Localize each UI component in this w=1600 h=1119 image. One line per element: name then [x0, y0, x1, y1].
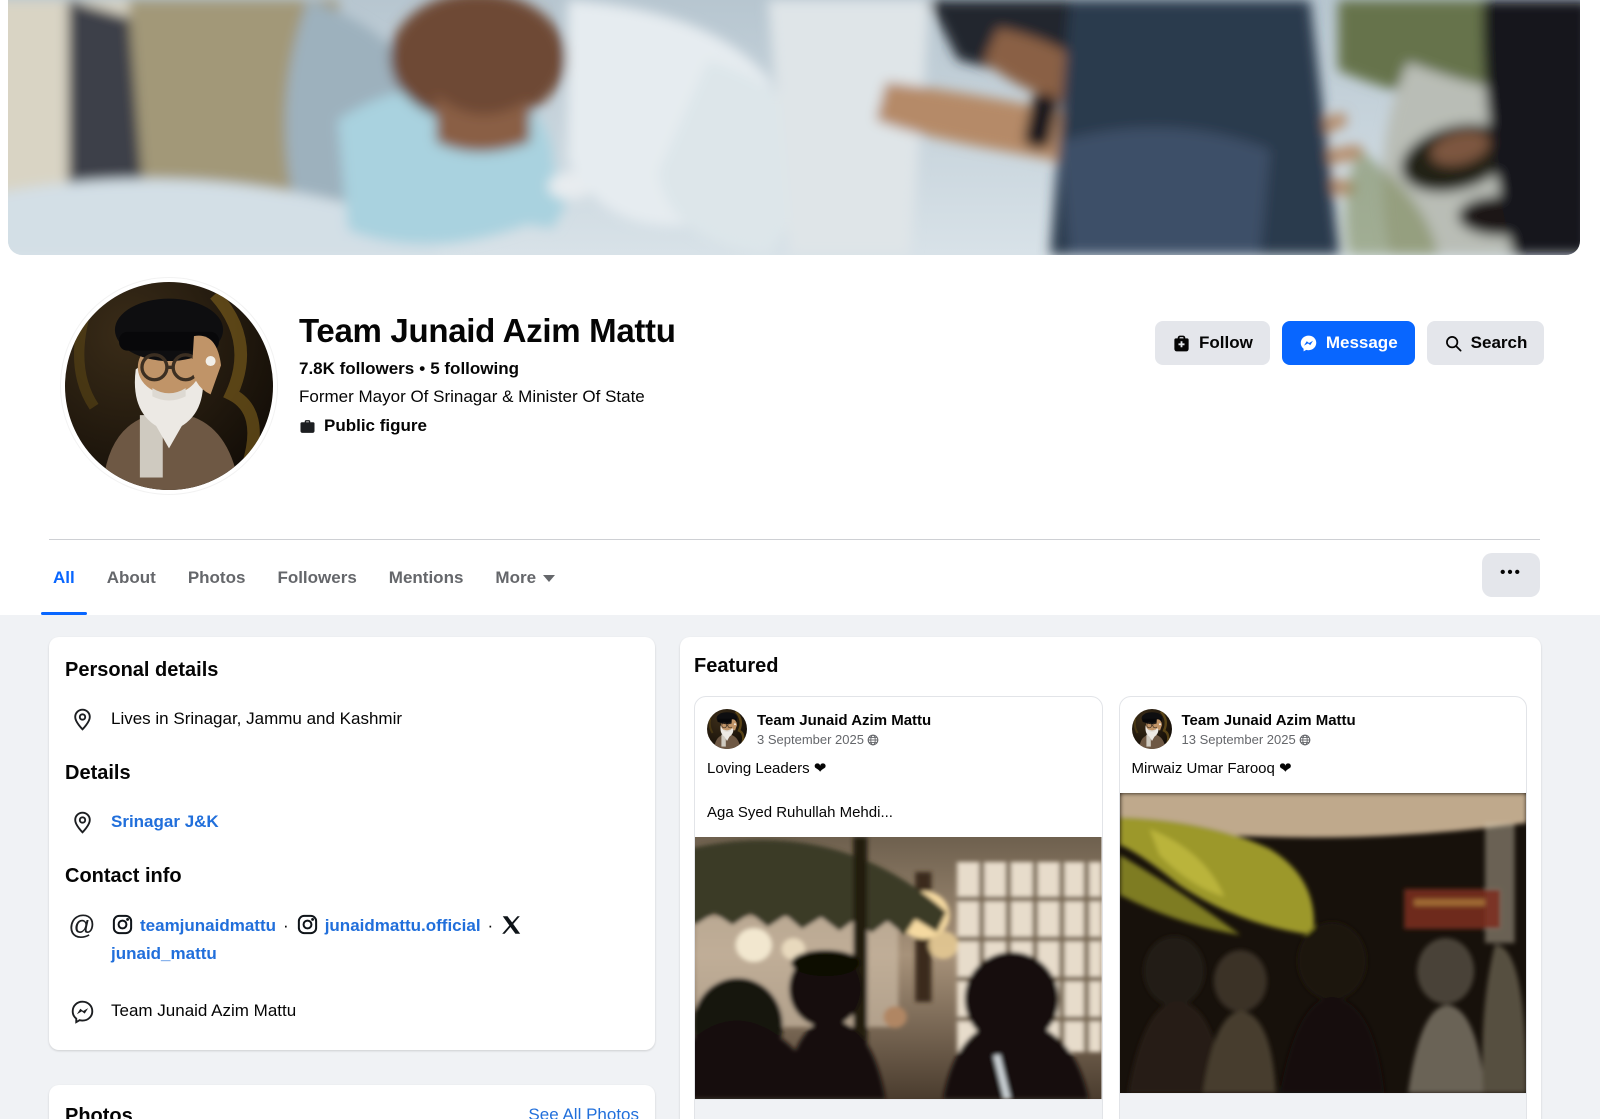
lives-in-text: Lives in Srinagar, Jammu and Kashmir: [111, 709, 402, 729]
category-label: Public figure: [324, 416, 427, 436]
photos-title: Photos: [65, 1105, 133, 1119]
details-title: Details: [65, 762, 639, 785]
more-options-button[interactable]: •••: [1482, 553, 1540, 597]
follower-stats: 7.8K followers • 5 following: [299, 359, 676, 379]
messenger-icon: [1299, 334, 1318, 353]
page-bio: Former Mayor Of Srinagar & Minister Of S…: [299, 387, 676, 407]
profile-tab-bar: All About Photos Followers Mentions More: [37, 540, 571, 615]
stats-separator: •: [419, 359, 425, 378]
post-date[interactable]: 3 September 2025: [757, 732, 931, 747]
location-pin-icon: [69, 706, 95, 732]
follow-button[interactable]: Follow: [1155, 321, 1270, 365]
post-preview-text: Aga Syed Ruhullah Mehdi...: [695, 801, 1102, 823]
tab-more[interactable]: More: [479, 540, 571, 615]
photos-card: Photos See All Photos: [49, 1085, 655, 1119]
intro-card: Personal details Lives in Srinagar, Jamm…: [49, 637, 655, 1050]
instagram-icon: [111, 913, 134, 936]
location-pin-icon: [69, 809, 95, 835]
profile-title-block: Team Junaid Azim Mattu 7.8K followers • 5 …: [299, 310, 676, 436]
messenger-handle[interactable]: Team Junaid Azim Mattu: [111, 1001, 296, 1021]
tab-about[interactable]: About: [91, 540, 172, 615]
message-button[interactable]: Message: [1282, 321, 1415, 365]
messenger-row: Team Junaid Azim Mattu: [69, 998, 635, 1024]
post-header: Team Junaid Azim Mattu 3 September 2025: [695, 697, 1102, 757]
post-footer: [1120, 1093, 1527, 1119]
chevron-down-icon: [543, 575, 555, 582]
see-all-photos-link[interactable]: See All Photos: [528, 1105, 639, 1119]
post-text: Mirwaiz Umar Farooq ❤: [1120, 757, 1527, 779]
instagram-icon: [296, 913, 319, 936]
followers-count-link[interactable]: 7.8K followers: [299, 359, 414, 378]
search-button[interactable]: Search: [1427, 321, 1545, 365]
featured-posts: Team Junaid Azim Mattu 3 September 2025 …: [694, 696, 1527, 1119]
post-media-1[interactable]: [695, 837, 1102, 1099]
featured-post-2[interactable]: Team Junaid Azim Mattu 13 September 2025…: [1119, 696, 1528, 1119]
post-avatar[interactable]: [707, 709, 747, 749]
instagram-handle-1[interactable]: teamjunaidmattu: [140, 916, 276, 935]
tab-mentions[interactable]: Mentions: [373, 540, 480, 615]
instagram-handle-2[interactable]: junaidmattu.official: [325, 916, 481, 935]
profile-action-buttons: Follow Message Search: [1155, 321, 1544, 365]
personal-details-title: Personal details: [65, 659, 639, 682]
social-links: teamjunaidmattu·junaidmattu.official· ju…: [111, 912, 529, 968]
briefcase-icon: [299, 418, 316, 435]
search-icon: [1444, 334, 1463, 353]
messenger-bubble-icon: [69, 998, 95, 1024]
location-row: Srinagar J&K: [69, 809, 635, 835]
post-date[interactable]: 13 September 2025: [1182, 732, 1356, 747]
post-author-link[interactable]: Team Junaid Azim Mattu: [757, 711, 931, 730]
post-header: Team Junaid Azim Mattu 13 September 2025: [1120, 697, 1527, 757]
post-avatar[interactable]: [1132, 709, 1172, 749]
page-category: Public figure: [299, 416, 676, 436]
following-count-link[interactable]: 5 following: [430, 359, 519, 378]
x-handle[interactable]: junaid_mattu: [111, 944, 217, 963]
post-media-2[interactable]: [1120, 793, 1527, 1093]
post-text: Loving Leaders ❤: [695, 757, 1102, 779]
lives-in-row: Lives in Srinagar, Jammu and Kashmir: [69, 706, 635, 732]
contact-info-title: Contact info: [65, 865, 639, 888]
x-logo-icon: [500, 914, 523, 937]
follow-plus-icon: [1172, 334, 1191, 353]
tab-all[interactable]: All: [37, 540, 91, 615]
location-link[interactable]: Srinagar J&K: [111, 812, 219, 832]
tab-followers[interactable]: Followers: [261, 540, 372, 615]
globe-icon: [1299, 734, 1311, 746]
post-footer: [695, 1099, 1102, 1119]
tab-photos[interactable]: Photos: [172, 540, 262, 615]
at-icon: @: [69, 912, 95, 938]
post-text-spacer: [695, 779, 1102, 801]
facebook-profile-page: Team Junaid Azim Mattu 7.8K followers • 5 …: [0, 0, 1600, 1119]
profile-picture[interactable]: [61, 278, 277, 494]
globe-icon: [867, 734, 879, 746]
cover-photo-image: [8, 0, 1580, 255]
post-author-link[interactable]: Team Junaid Azim Mattu: [1182, 711, 1356, 730]
page-title: Team Junaid Azim Mattu: [299, 310, 676, 352]
main-content: Personal details Lives in Srinagar, Jamm…: [0, 615, 1600, 1119]
featured-title: Featured: [694, 655, 1527, 678]
featured-card: Featured Team Junaid Azim Mattu 3 Septem…: [680, 637, 1541, 1119]
cover-photo[interactable]: [8, 0, 1580, 255]
social-links-row: @ teamjunaidmattu·junaidmattu.official· …: [69, 912, 635, 968]
featured-post-1[interactable]: Team Junaid Azim Mattu 3 September 2025 …: [694, 696, 1103, 1119]
